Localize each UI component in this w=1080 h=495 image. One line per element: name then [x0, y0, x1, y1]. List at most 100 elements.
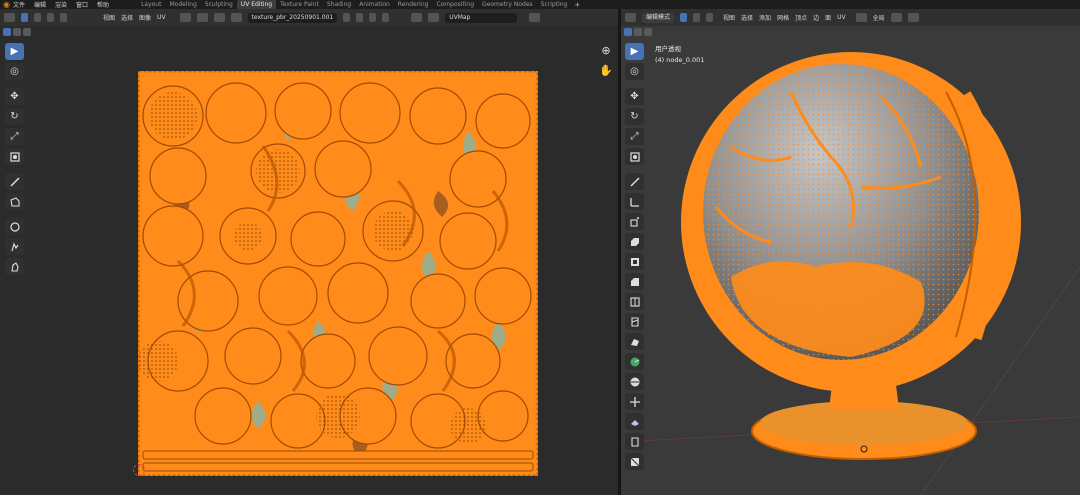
uv-menu-view[interactable]: 视图	[103, 13, 115, 22]
relax-tool-button[interactable]	[5, 238, 24, 255]
pivot-icon[interactable]	[179, 13, 191, 22]
fake-user-icon[interactable]	[343, 13, 351, 22]
select-extend-icon[interactable]	[634, 27, 642, 36]
select-mode-icon[interactable]	[13, 27, 21, 36]
tab-rendering[interactable]: Rendering	[394, 0, 433, 9]
uv-menu-uv[interactable]: UV	[157, 14, 166, 21]
vp-proportional-icon[interactable]	[907, 13, 919, 22]
transform-tool-button[interactable]	[5, 148, 24, 165]
sticky-select-icon[interactable]	[23, 27, 31, 36]
vp-annotate-tool-button[interactable]	[625, 173, 644, 190]
snap-icon[interactable]	[196, 13, 208, 22]
uv-menu-select[interactable]: 选择	[121, 13, 133, 22]
vp-menu-edge[interactable]: 边	[813, 13, 819, 22]
menu-window[interactable]: 窗口	[76, 0, 88, 9]
vp-cursor-tool-button[interactable]: ◎	[625, 63, 644, 80]
vp-snap-icon[interactable]	[890, 13, 902, 22]
tab-texture-paint[interactable]: Texture Paint	[276, 0, 323, 9]
unlink-image-icon[interactable]	[369, 13, 377, 22]
tab-animation[interactable]: Animation	[355, 0, 394, 9]
poly-build-tool-button[interactable]	[625, 333, 644, 350]
add-workspace-button[interactable]: +	[571, 1, 583, 9]
mode-selector[interactable]: 编辑模式	[642, 12, 675, 23]
image-name-field[interactable]: texture_pbr_20250901.001	[247, 12, 338, 23]
editor-type-3d-icon[interactable]	[625, 13, 636, 22]
blender-logo-icon[interactable]: ◉	[0, 0, 10, 9]
pan-icon[interactable]: ✋	[599, 65, 613, 77]
overlay-icon[interactable]	[411, 13, 423, 22]
smooth-tool-button[interactable]	[625, 373, 644, 390]
face-select-icon[interactable]	[47, 13, 54, 22]
tab-sculpting[interactable]: Sculpting	[201, 0, 237, 9]
vp-add-cube-tool-button[interactable]	[625, 213, 644, 230]
proportional-icon[interactable]	[213, 13, 225, 22]
grab-tool-button[interactable]	[5, 218, 24, 235]
tab-modeling[interactable]: Modeling	[165, 0, 200, 9]
edge-slide-tool-button[interactable]	[625, 393, 644, 410]
knife-tool-button[interactable]	[625, 313, 644, 330]
select-subtract-icon[interactable]	[644, 27, 652, 36]
tab-shading[interactable]: Shading	[323, 0, 355, 9]
menu-edit[interactable]: 编辑	[34, 0, 46, 9]
3d-viewport[interactable]: 编辑模式 视图 选择 添加 网格 顶点 边 面 UV 全局 用户透视 (4) n…	[621, 9, 1080, 495]
new-image-icon[interactable]	[356, 13, 364, 22]
face-mode-icon[interactable]	[706, 13, 714, 22]
vp-scale-tool-button[interactable]: ⤢	[625, 128, 644, 145]
vp-transform-tool-button[interactable]	[625, 148, 644, 165]
tab-compositing[interactable]: Compositing	[432, 0, 478, 9]
vp-rotate-tool-button[interactable]: ↻	[625, 108, 644, 125]
editor-type-icon[interactable]	[4, 13, 15, 22]
shrink-fatten-tool-button[interactable]	[625, 413, 644, 430]
transform-orientation-field[interactable]: 全局	[873, 13, 885, 22]
edge-mode-icon[interactable]	[693, 13, 701, 22]
vp-menu-view[interactable]: 视图	[723, 13, 735, 22]
vp-menu-add[interactable]: 添加	[759, 13, 771, 22]
spin-tool-button[interactable]	[625, 353, 644, 370]
vp-menu-vertex[interactable]: 顶点	[795, 13, 807, 22]
rip-tool-button[interactable]	[5, 193, 24, 210]
edge-select-icon[interactable]	[34, 13, 41, 22]
scale-tool-button[interactable]: ⤢	[5, 128, 24, 145]
transform-orientation-icon[interactable]	[855, 13, 867, 22]
annotate-tool-button[interactable]	[5, 173, 24, 190]
mesh-object[interactable]	[621, 37, 1080, 495]
extrude-tool-button[interactable]	[625, 233, 644, 250]
menu-file[interactable]: 文件	[13, 0, 25, 9]
uv-islands[interactable]	[138, 71, 538, 476]
zoom-icon[interactable]: ⊕	[601, 45, 610, 57]
loop-cut-tool-button[interactable]	[625, 293, 644, 310]
inset-tool-button[interactable]	[625, 253, 644, 270]
bevel-tool-button[interactable]	[625, 273, 644, 290]
vp-menu-uv[interactable]: UV	[837, 14, 846, 21]
uv-menu-image[interactable]: 图像	[139, 13, 151, 22]
island-select-icon[interactable]	[60, 13, 67, 22]
vp-menu-mesh[interactable]: 网格	[777, 13, 789, 22]
vp-measure-tool-button[interactable]	[625, 193, 644, 210]
menu-help[interactable]: 帮助	[97, 0, 109, 9]
tab-scripting[interactable]: Scripting	[537, 0, 572, 9]
pin-icon[interactable]	[382, 13, 390, 22]
image-browse-icon[interactable]	[230, 13, 242, 22]
vp-menu-select[interactable]: 选择	[741, 13, 753, 22]
select-box-icon[interactable]	[624, 27, 632, 36]
vp-select-tool-button[interactable]: ▶	[625, 43, 644, 60]
rip-region-tool-button[interactable]	[625, 453, 644, 470]
pinch-tool-button[interactable]	[5, 258, 24, 275]
vp-menu-face[interactable]: 面	[825, 13, 831, 22]
tab-layout[interactable]: Layout	[137, 0, 165, 9]
uv-editor[interactable]: 视图 选择 图像 UV texture_pbr_20250901.001 UVM…	[0, 9, 618, 495]
vp-move-tool-button[interactable]: ✥	[625, 88, 644, 105]
vertex-select-icon[interactable]	[21, 13, 28, 22]
menu-render[interactable]: 渲染	[55, 0, 67, 9]
tab-uv-editing[interactable]: UV Editing	[236, 0, 277, 9]
sidebar-toggle-icon[interactable]	[529, 13, 541, 22]
display-channels-icon[interactable]	[428, 13, 440, 22]
tab-geometry-nodes[interactable]: Geometry Nodes	[478, 0, 537, 9]
sync-select-icon[interactable]	[3, 27, 11, 36]
move-tool-button[interactable]: ✥	[5, 88, 24, 105]
cursor-tool-button[interactable]: ◎	[5, 63, 24, 80]
shear-tool-button[interactable]	[625, 433, 644, 450]
rotate-tool-button[interactable]: ↻	[5, 108, 24, 125]
vertex-mode-icon[interactable]	[680, 13, 688, 22]
uv-map-field[interactable]: UVMap	[445, 12, 518, 23]
